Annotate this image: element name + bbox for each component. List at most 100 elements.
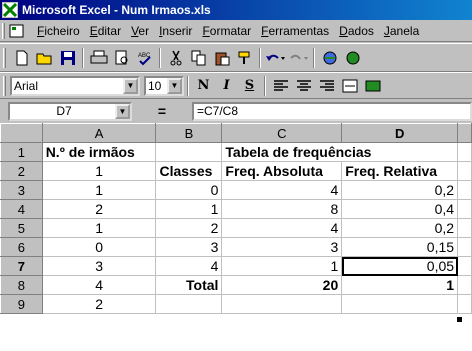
chevron-down-icon[interactable]: ▼ <box>115 103 130 119</box>
menu-formatar[interactable]: Formatar <box>197 22 256 40</box>
cell-b2[interactable]: Classes <box>155 161 223 181</box>
cell-e1[interactable] <box>457 142 472 162</box>
cell-b8[interactable]: Total <box>155 275 223 295</box>
menu-janela[interactable]: Janela <box>379 22 424 40</box>
hyperlink-icon[interactable] <box>318 47 341 69</box>
currency-icon[interactable] <box>361 75 384 97</box>
undo-icon[interactable] <box>264 47 287 69</box>
cell-b7[interactable]: 4 <box>155 256 223 276</box>
font-name-dropdown[interactable]: Arial ▼ <box>10 75 140 96</box>
menu-ferramentas[interactable]: Ferramentas <box>256 22 334 40</box>
cell-b6[interactable]: 3 <box>155 237 223 257</box>
print-preview-icon[interactable] <box>110 47 133 69</box>
cell-c1[interactable]: Tabela de frequências <box>221 142 459 162</box>
cell-c5[interactable]: 4 <box>221 218 343 238</box>
column-header-d[interactable]: D <box>341 123 459 143</box>
cell-c4[interactable]: 8 <box>221 199 343 219</box>
cell-e2[interactable] <box>457 161 472 181</box>
cell-d3[interactable]: 0,2 <box>341 180 459 200</box>
cell-c6[interactable]: 3 <box>221 237 343 257</box>
cell-a5[interactable]: 1 <box>41 218 157 238</box>
align-left-icon[interactable] <box>269 75 292 97</box>
excel-icon[interactable] <box>2 2 18 18</box>
column-header-a[interactable]: A <box>41 123 157 143</box>
row-header[interactable]: 4 <box>0 199 43 219</box>
cell-d9[interactable] <box>341 294 459 314</box>
cell-a9[interactable]: 2 <box>41 294 157 314</box>
menu-ficheiro[interactable]: Ficheiro <box>32 22 85 40</box>
row-header[interactable]: 5 <box>0 218 43 238</box>
cell-a1[interactable]: N.º de irmãos <box>41 142 157 162</box>
formula-input[interactable]: =C7/C8 <box>192 101 472 121</box>
italic-button[interactable]: I <box>215 75 238 97</box>
row-header[interactable]: 8 <box>0 275 43 295</box>
cell-d2[interactable]: Freq. Relativa <box>341 161 459 181</box>
row-header[interactable]: 6 <box>0 237 43 257</box>
menu-dados[interactable]: Dados <box>334 22 379 40</box>
column-header-c[interactable]: C <box>221 123 343 143</box>
format-painter-icon[interactable] <box>233 47 256 69</box>
menu-inserir[interactable]: Inserir <box>154 22 197 40</box>
cell-a3[interactable]: 1 <box>41 180 157 200</box>
align-right-icon[interactable] <box>315 75 338 97</box>
menu-editar[interactable]: Editar <box>85 22 126 40</box>
row-header[interactable]: 7 <box>0 256 43 276</box>
row-header[interactable]: 3 <box>0 180 43 200</box>
toolbar-grip[interactable] <box>3 75 6 96</box>
toolbar-grip[interactable] <box>3 47 6 68</box>
row-header[interactable]: 9 <box>0 294 43 314</box>
cell-c3[interactable]: 4 <box>221 180 343 200</box>
row-header[interactable]: 2 <box>0 161 43 181</box>
cell-e3[interactable] <box>457 180 472 200</box>
underline-button[interactable]: S <box>238 75 261 97</box>
paste-icon[interactable] <box>210 47 233 69</box>
cell-a2[interactable]: 1 <box>41 161 157 181</box>
web-toolbar-icon[interactable] <box>341 47 364 69</box>
cell-b9[interactable] <box>155 294 223 314</box>
align-center-icon[interactable] <box>292 75 315 97</box>
spelling-icon[interactable]: ABC <box>133 47 156 69</box>
cell-a8[interactable]: 4 <box>41 275 157 295</box>
cell-e8[interactable] <box>457 275 472 295</box>
select-all-corner[interactable] <box>0 123 43 143</box>
cut-icon[interactable] <box>164 47 187 69</box>
menubar-grip[interactable] <box>2 22 5 39</box>
bold-button[interactable]: N <box>192 75 215 97</box>
cell-c9[interactable] <box>221 294 343 314</box>
open-folder-icon[interactable] <box>33 47 56 69</box>
document-icon[interactable] <box>8 23 26 39</box>
formula-equals-sign[interactable]: = <box>132 103 192 119</box>
save-icon[interactable] <box>56 47 79 69</box>
merge-center-icon[interactable] <box>338 75 361 97</box>
row-header[interactable]: 1 <box>0 142 43 162</box>
new-icon[interactable] <box>10 47 33 69</box>
cell-b4[interactable]: 1 <box>155 199 223 219</box>
print-icon[interactable] <box>87 47 110 69</box>
cell-d5[interactable]: 0,2 <box>341 218 459 238</box>
name-box[interactable]: D7 ▼ <box>8 101 132 121</box>
menu-ver[interactable]: Ver <box>126 22 154 40</box>
cell-d8[interactable]: 1 <box>341 275 459 295</box>
chevron-down-icon[interactable]: ▼ <box>167 77 182 94</box>
redo-icon[interactable] <box>287 47 310 69</box>
cell-e6[interactable] <box>457 237 472 257</box>
cell-b3[interactable]: 0 <box>155 180 223 200</box>
cell-e7[interactable] <box>457 256 472 276</box>
cell-e5[interactable] <box>457 218 472 238</box>
cell-c2[interactable]: Freq. Absoluta <box>221 161 343 181</box>
cell-a4[interactable]: 2 <box>41 199 157 219</box>
cell-c8[interactable]: 20 <box>221 275 343 295</box>
cell-b1[interactable] <box>155 142 223 162</box>
cell-c7[interactable]: 1 <box>221 256 343 276</box>
copy-icon[interactable] <box>187 47 210 69</box>
column-header-e[interactable] <box>457 123 472 143</box>
column-header-b[interactable]: B <box>155 123 223 143</box>
cell-b5[interactable]: 2 <box>155 218 223 238</box>
cell-d4[interactable]: 0,4 <box>341 199 459 219</box>
cell-d6[interactable]: 0,15 <box>341 237 459 257</box>
fill-handle[interactable] <box>457 317 462 322</box>
cell-e9[interactable] <box>457 294 472 314</box>
cell-a6[interactable]: 0 <box>41 237 157 257</box>
cell-d7-selected[interactable]: 0,05 <box>341 256 459 276</box>
font-size-dropdown[interactable]: 10 ▼ <box>144 75 184 96</box>
